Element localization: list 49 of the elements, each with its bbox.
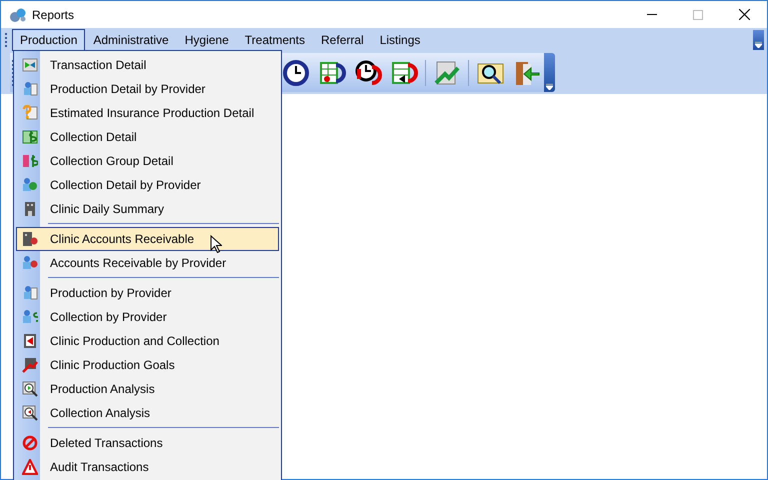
menu-item[interactable]: Production Detail by Provider [16, 77, 279, 101]
provider-icon [22, 309, 38, 325]
menu-item[interactable]: Treatments [236, 28, 314, 50]
menu-item[interactable]: Deleted Transactions [16, 431, 279, 455]
provider-icon [22, 285, 38, 301]
toolbar-button[interactable] [353, 58, 383, 88]
menu-item[interactable]: Production by Provider [16, 281, 279, 305]
provider-icon [22, 81, 38, 97]
menu-item[interactable]: Clinic Accounts Receivable [16, 227, 279, 251]
clock-icon [282, 58, 310, 86]
provider-icon [22, 255, 38, 271]
menu-item[interactable]: Estimated Insurance Production Detail [16, 101, 279, 125]
provider-icon [22, 177, 38, 193]
clock-icon [354, 58, 382, 86]
menu-item[interactable]: Administrative [85, 28, 177, 50]
menu-item[interactable]: Collection Detail [16, 125, 279, 149]
menu-item[interactable]: Accounts Receivable by Provider [16, 251, 279, 275]
report-icon [22, 57, 38, 73]
overflow-icon [546, 84, 553, 90]
menu-item[interactable]: Listings [372, 28, 428, 50]
menu-item[interactable]: Clinic Production Goals [16, 353, 279, 377]
toolbar-overflow-button[interactable] [544, 53, 555, 92]
menu-bar-overflow-button[interactable] [753, 30, 764, 50]
menu-item[interactable]: Production [12, 28, 86, 50]
dollar-icon [22, 129, 38, 145]
menu-item[interactable]: Audit Transactions [16, 455, 279, 479]
menu-item[interactable]: Hygiene [176, 28, 237, 50]
overflow-icon [755, 42, 762, 48]
no-sign-icon [22, 435, 38, 451]
close-icon [738, 9, 750, 20]
magnifier-icon [22, 381, 38, 397]
menu-item[interactable]: Collection Analysis [16, 401, 279, 425]
menu-item[interactable]: Collection by Provider [16, 305, 279, 329]
menu-item[interactable]: Transaction Detail [16, 53, 279, 77]
menu-item[interactable]: Clinic Production and Collection [16, 329, 279, 353]
window-title: Reports [32, 6, 74, 24]
chart-icon [433, 58, 461, 86]
menu-item[interactable]: Collection Detail by Provider [16, 173, 279, 197]
warning-icon [22, 459, 38, 475]
toolbar-button[interactable] [281, 58, 311, 88]
menu-item[interactable]: Collection Group Detail [16, 149, 279, 173]
app-icon [9, 6, 27, 22]
menu-item[interactable]: Referral [313, 28, 372, 50]
menu-item[interactable]: Production Analysis [16, 377, 279, 401]
mouse-pointer-icon [210, 235, 222, 253]
menu-item[interactable]: Clinic Daily Summary [16, 197, 279, 221]
question-icon [22, 105, 38, 121]
dollar-icon [22, 153, 38, 169]
magnifier-icon [22, 405, 38, 421]
